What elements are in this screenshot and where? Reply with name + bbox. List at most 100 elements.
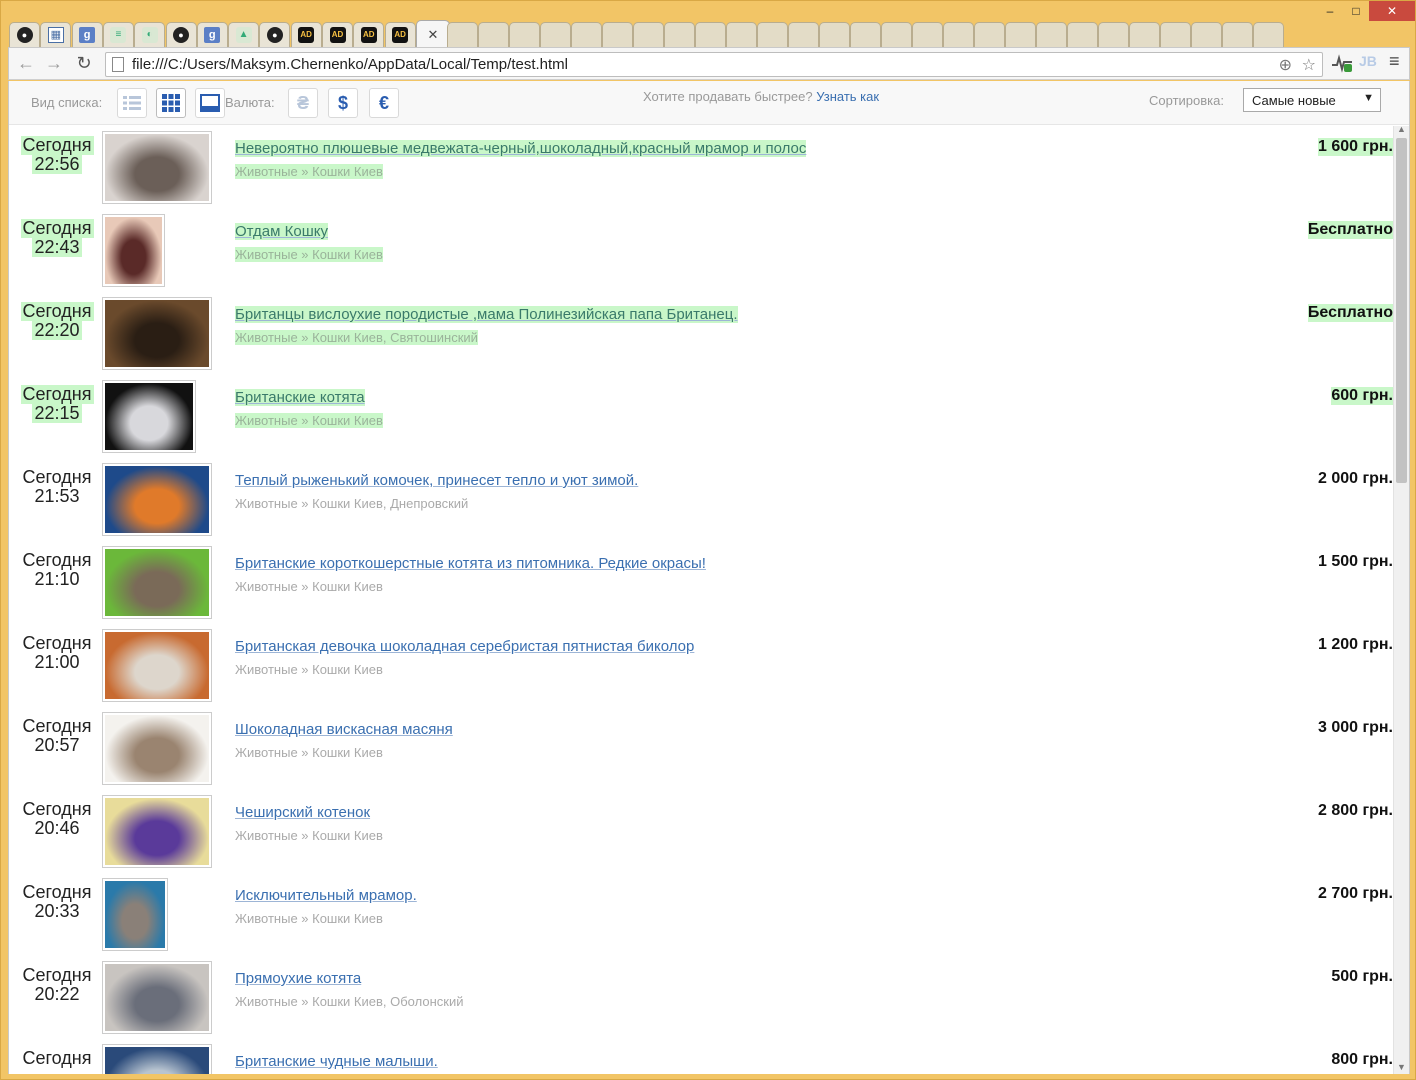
listing-title-link[interactable]: Британские котята xyxy=(235,389,365,406)
tab-empty[interactable] xyxy=(788,22,820,47)
tab-active[interactable]: ✕ xyxy=(415,20,450,47)
list-view-button[interactable] xyxy=(117,88,147,118)
listing-title-link[interactable]: Шоколадная вискасная масяня xyxy=(235,721,453,738)
tab-empty[interactable] xyxy=(1067,22,1099,47)
forward-button[interactable]: → xyxy=(43,53,65,74)
tab-empty[interactable] xyxy=(757,22,789,47)
maximize-button[interactable]: □ xyxy=(1343,1,1369,21)
close-tab-icon[interactable]: ✕ xyxy=(425,26,441,42)
tab-11[interactable]: AD xyxy=(322,22,353,47)
close-window-button[interactable]: ✕ xyxy=(1369,1,1415,21)
listing-row[interactable]: Сегодня 20:33 Исключительный мрамор. Животн… xyxy=(9,873,1395,956)
zoom-icon[interactable]: ⊕ xyxy=(1279,55,1292,75)
tab-empty[interactable] xyxy=(1222,22,1254,47)
minimize-button[interactable]: – xyxy=(1317,1,1343,21)
currency-uah-button[interactable]: ₴ xyxy=(288,88,318,118)
listing-thumbnail[interactable] xyxy=(102,795,212,868)
tab-5[interactable]: ◐ xyxy=(134,22,166,47)
listing-thumbnail[interactable] xyxy=(102,380,196,453)
tab-empty[interactable] xyxy=(571,22,603,47)
listing-row[interactable]: Сегодня 21:00 Британская девочка шоколадна… xyxy=(9,624,1395,707)
tab-4[interactable]: ≡ xyxy=(102,22,134,47)
bookmark-star-icon[interactable]: ☆ xyxy=(1302,55,1316,75)
listing-row[interactable]: Сегодня 20:46 Чеширский котенок Животные » … xyxy=(9,790,1395,873)
promo-link[interactable]: Узнать как xyxy=(816,89,879,104)
listing-thumbnail[interactable] xyxy=(102,878,168,951)
tab-empty[interactable] xyxy=(509,22,541,47)
back-button[interactable]: ← xyxy=(15,53,37,74)
listing-title-link[interactable]: Британцы вислоухие породистые ,мама Поли… xyxy=(235,306,738,323)
tab-empty[interactable] xyxy=(819,22,851,47)
listing-thumbnail[interactable] xyxy=(102,1044,212,1074)
listing-thumbnail[interactable] xyxy=(102,463,212,536)
scrollbar-thumb[interactable] xyxy=(1396,138,1407,483)
listing-row[interactable]: Сегодня 20:57 Шоколадная вискасная масяня Ж… xyxy=(9,707,1395,790)
tab-3[interactable]: g xyxy=(71,22,103,47)
listing-title-link[interactable]: Британская девочка шоколадная серебриста… xyxy=(235,638,694,655)
grid-view-button[interactable] xyxy=(156,88,186,118)
listing-thumbnail[interactable] xyxy=(102,297,212,370)
tab-empty[interactable] xyxy=(726,22,758,47)
listing-title-link[interactable]: Британские короткошерстные котята из пит… xyxy=(235,555,706,572)
tab-12[interactable]: AD xyxy=(353,22,385,47)
tab-6[interactable]: ● xyxy=(165,22,197,47)
listing-thumbnail[interactable] xyxy=(102,712,212,785)
listing-thumbnail[interactable] xyxy=(102,629,212,702)
tab-empty[interactable] xyxy=(1036,22,1068,47)
tab-empty[interactable] xyxy=(1160,22,1192,47)
listing-title-link[interactable]: Чеширский котенок xyxy=(235,804,370,821)
sort-select[interactable]: Самые новые ▼ xyxy=(1243,88,1381,112)
listing-row[interactable]: Сегодня 20:22 Прямоухие котята Животные » К… xyxy=(9,956,1395,1039)
listing-row[interactable]: Сегодня 21:53 Теплый рыженький комочек, пр… xyxy=(9,458,1395,541)
listing-title-link[interactable]: Исключительный мрамор. xyxy=(235,887,417,904)
listing-thumbnail[interactable] xyxy=(102,131,212,204)
tab-empty[interactable] xyxy=(540,22,572,47)
address-bar[interactable]: file:///C:/Users/Maksym.Chernenko/AppDat… xyxy=(105,52,1323,77)
scroll-down-icon[interactable]: ▼ xyxy=(1397,1062,1406,1072)
listing-thumbnail[interactable] xyxy=(102,961,212,1034)
tab-empty[interactable] xyxy=(602,22,634,47)
tab-13[interactable]: AD xyxy=(384,22,416,47)
scroll-up-icon[interactable]: ▲ xyxy=(1397,124,1406,134)
extension-pulse-icon[interactable] xyxy=(1331,53,1353,76)
tab-empty[interactable] xyxy=(943,22,975,47)
listing-row[interactable]: Сегодня 21:10 Британские короткошерстные к… xyxy=(9,541,1395,624)
tab-empty[interactable] xyxy=(850,22,882,47)
tab-empty[interactable] xyxy=(1098,22,1130,47)
listing-title-link[interactable]: Прямоухие котята xyxy=(235,970,361,987)
listing-row[interactable]: Сегодня 22:20 Британцы вислоухие породисты… xyxy=(9,292,1395,375)
currency-usd-button[interactable]: $ xyxy=(328,88,358,118)
listing-title-link[interactable]: Невероятно плюшевые медвежата-черный,шок… xyxy=(235,140,807,157)
listing-title-link[interactable]: Британские чудные малыши. xyxy=(235,1053,438,1070)
listing-title-link[interactable]: Теплый рыженький комочек, принесет тепло… xyxy=(235,472,638,489)
tab-2[interactable]: ▦ xyxy=(40,22,72,47)
tab-10[interactable]: AD xyxy=(290,22,322,47)
tab-empty[interactable] xyxy=(447,22,479,47)
menu-icon[interactable]: ≡ xyxy=(1389,51,1400,72)
tab-empty[interactable] xyxy=(664,22,696,47)
tab-empty[interactable] xyxy=(1253,22,1285,47)
tab-7[interactable]: g xyxy=(196,22,228,47)
listing-thumbnail[interactable] xyxy=(102,546,212,619)
listing-thumbnail[interactable] xyxy=(102,214,165,287)
listing-row[interactable]: Сегодня 22:15 Британские котята Животные » … xyxy=(9,375,1395,458)
vertical-scrollbar[interactable]: ▲ ▼ xyxy=(1393,124,1409,1074)
gallery-view-button[interactable] xyxy=(195,88,225,118)
tab-empty[interactable] xyxy=(1191,22,1223,47)
tab-empty[interactable] xyxy=(478,22,510,47)
listing-row[interactable]: Сегодня Британские чудные малыши. 800 грн. xyxy=(9,1039,1395,1074)
currency-eur-button[interactable]: € xyxy=(369,88,399,118)
listing-row[interactable]: Сегодня 22:43 Отдам Кошку Животные » Кошки … xyxy=(9,209,1395,292)
tab-empty[interactable] xyxy=(974,22,1006,47)
reload-button[interactable]: ↻ xyxy=(73,53,95,74)
tab-empty[interactable] xyxy=(912,22,944,47)
listing-row[interactable]: Сегодня 22:56 Невероятно плюшевые медвежат… xyxy=(9,126,1395,209)
tab-8[interactable]: ▲ xyxy=(228,22,260,47)
tab-empty[interactable] xyxy=(695,22,727,47)
listing-title-link[interactable]: Отдам Кошку xyxy=(235,223,328,240)
tab-1[interactable]: ● xyxy=(9,22,40,47)
tab-9[interactable]: ● xyxy=(259,22,291,47)
tab-empty[interactable] xyxy=(881,22,913,47)
tab-empty[interactable] xyxy=(1129,22,1161,47)
extension-jb-icon[interactable]: JB xyxy=(1359,53,1377,69)
